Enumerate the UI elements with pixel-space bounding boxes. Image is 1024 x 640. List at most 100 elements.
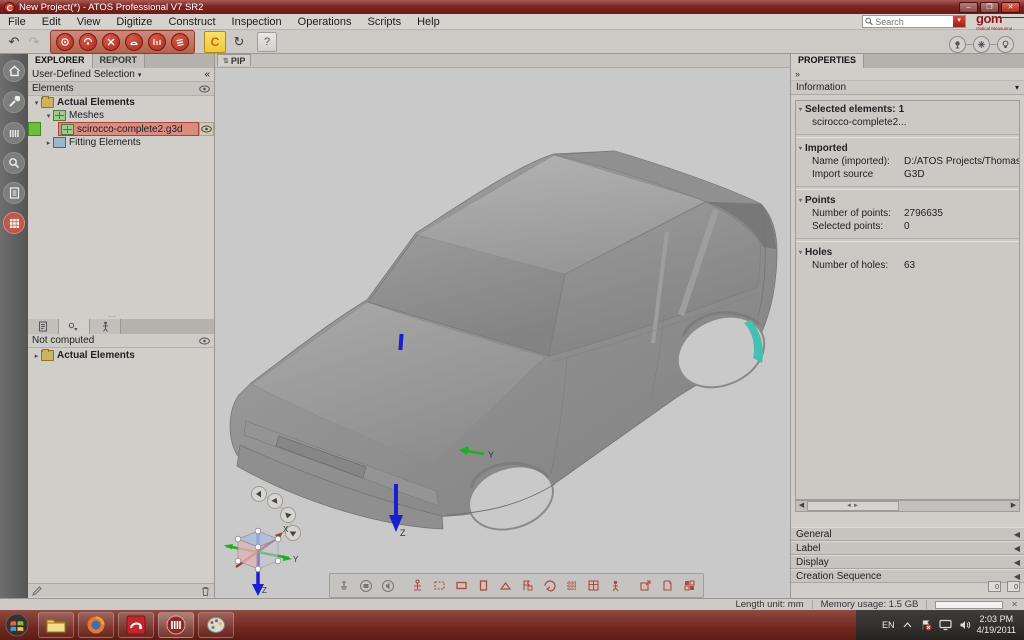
projector-button[interactable] [79,33,97,51]
light-bulb-icon[interactable] [997,36,1014,53]
select-flag-button[interactable] [518,576,537,595]
setup-workspace-button[interactable] [3,91,25,113]
select-grid-button[interactable] [562,576,581,595]
taskbar-explorer-button[interactable] [38,612,74,638]
visibility-eye-icon[interactable] [199,85,210,93]
tree-item-meshes[interactable]: ▾ Meshes [28,109,214,122]
undo-button[interactable]: ↶ [4,32,24,52]
display-modes-button[interactable] [680,576,699,595]
computed-eye-icon[interactable] [199,337,210,345]
select-rectangle-button[interactable] [430,576,449,595]
lock-view-button[interactable] [334,576,353,595]
sensor-view-icon[interactable] [949,36,966,53]
export-view-button[interactable] [636,576,655,595]
language-indicator[interactable]: EN [882,620,895,630]
tree-item-actual-elements[interactable]: ▾ Actual Elements [28,96,214,109]
calibration-button[interactable] [102,33,120,51]
search-input[interactable] [873,16,953,28]
section-label[interactable]: Label ◀ [791,541,1024,555]
3d-viewport[interactable]: ⇅ PIP [215,54,790,598]
scroll-left-icon[interactable]: ◀ [796,501,807,511]
tab-properties[interactable]: PROPERTIES [791,54,864,68]
search-dropdown-icon[interactable]: ▾ [953,16,965,27]
select-area-button[interactable] [452,576,471,595]
tab-element-checks[interactable] [59,319,90,334]
menu-scripts[interactable]: Scripts [359,16,409,28]
collapse-panel-icon[interactable]: « [204,69,210,80]
digitize-toolbar-group [50,30,195,54]
delete-trash-icon[interactable] [201,586,210,596]
select-through-button[interactable] [474,576,493,595]
navigation-gizmo[interactable]: X Y Z [223,482,343,598]
network-display-icon[interactable] [939,619,952,631]
scroll-right-icon[interactable]: ▶ [1008,501,1019,511]
scan-layers-button[interactable] [171,33,189,51]
close-button[interactable]: ✕ [1001,2,1020,13]
menu-view[interactable]: View [69,16,109,28]
report-workspace-button[interactable] [3,182,25,204]
action-center-flag-icon[interactable] [920,619,932,631]
label-counter-icon[interactable]: 0 [988,581,1001,592]
selection-dropdown[interactable]: User-Defined Selection ▾ « [28,68,214,82]
select-table-button[interactable] [584,576,603,595]
measurement-series-button[interactable] [148,33,166,51]
selection-marker [28,122,41,136]
menu-digitize[interactable]: Digitize [108,16,160,28]
search-box[interactable]: ▾ [862,15,966,28]
menu-edit[interactable]: Edit [34,16,69,28]
home-workspace-button[interactable] [3,60,25,82]
taskbar-gom-atos-button[interactable] [158,612,194,638]
section-display[interactable]: Display ◀ [791,555,1024,569]
properties-collapse-handle[interactable]: » [791,68,1024,81]
taskbar-firefox-button[interactable] [78,612,114,638]
hidden-icons-chevron[interactable] [903,622,912,628]
tab-element-stages[interactable] [90,319,121,334]
select-figure-button[interactable] [606,576,625,595]
taskbar-paint-button[interactable] [198,612,234,638]
deselect-button[interactable] [540,576,559,595]
scrollbar-thumb[interactable]: ◄► [807,501,899,511]
sensor-button[interactable] [56,33,74,51]
help-button[interactable]: ? [257,32,277,52]
windows-taskbar: EN 2:03 PM 4/19/2011 [0,610,1024,640]
section-general[interactable]: General ◀ [791,527,1024,541]
tab-element-details[interactable] [28,319,59,334]
measuring-volume-button[interactable] [125,33,143,51]
menu-file[interactable]: File [0,16,34,28]
copy-view-button[interactable] [658,576,677,595]
menu-construct[interactable]: Construct [160,16,223,28]
screen: New Project(*) - ATOS Professional V7 SR… [0,0,1024,640]
information-dropdown[interactable]: Information ▾ [791,81,1024,95]
sound-button[interactable] [378,576,397,595]
digitize-workspace-button[interactable] [3,122,25,144]
tree-item-fitting-elements[interactable]: ▸ Fitting Elements [28,136,214,149]
taskbar-clock[interactable]: 2:03 PM 4/19/2011 [977,614,1024,636]
recalculate-button[interactable]: C [204,31,226,53]
start-button[interactable] [5,613,29,637]
edit-pencil-icon[interactable] [32,586,42,596]
select-point-button[interactable] [408,576,427,595]
tab-explorer[interactable]: EXPLORER [28,54,93,68]
properties-horizontal-scrollbar[interactable]: ◀ ◄► ▶ [795,500,1020,512]
gizmo-z-label: Z [262,586,267,595]
select-tent-button[interactable] [496,576,515,595]
mesh-visibility-eye-icon[interactable] [199,122,214,136]
taskbar-atos-button[interactable] [118,612,154,638]
menu-operations[interactable]: Operations [290,16,360,28]
snapshot-button[interactable] [356,576,375,595]
tree-item-actual-elements-2[interactable]: ▸ Actual Elements [28,349,218,362]
applications-workspace-button[interactable] [3,212,25,234]
laser-pointer-icon[interactable] [973,36,990,53]
tab-report[interactable]: REPORT [93,54,146,68]
redo-button[interactable]: ↷ [24,32,44,52]
inspection-workspace-button[interactable] [3,152,25,174]
flag-counter-icon[interactable]: 0 [1007,581,1020,592]
refresh-button[interactable]: ↻ [229,32,249,52]
main-toolbar: ↶ ↷ C ↻ ? [0,30,1024,54]
tree-item-mesh-selected[interactable]: scirocco-complete2.g3d [28,122,214,136]
cancel-progress-icon[interactable]: ✕ [1011,600,1018,609]
menu-inspection[interactable]: Inspection [224,16,290,28]
speaker-icon[interactable] [959,619,971,631]
menu-help[interactable]: Help [409,16,448,28]
pip-tab[interactable]: ⇅ PIP [217,54,251,66]
